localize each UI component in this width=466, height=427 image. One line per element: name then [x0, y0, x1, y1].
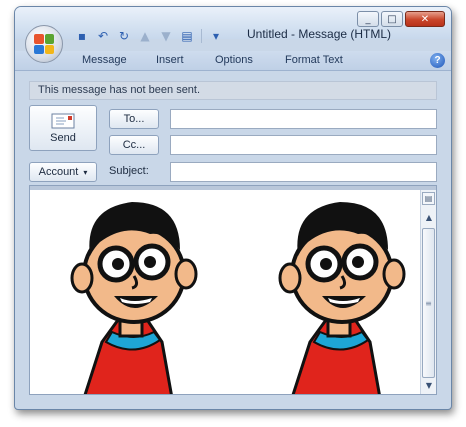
ribbon-tabs: Message Insert Options Format Text ?: [15, 51, 451, 71]
tab-format-text[interactable]: Format Text: [285, 54, 343, 66]
redo-icon[interactable]: ↻: [115, 28, 133, 44]
message-body[interactable]: ▤ ▲ ≡ ▼: [29, 185, 437, 395]
tab-insert[interactable]: Insert: [156, 54, 184, 66]
cartoon-boy-image-2: [278, 202, 406, 394]
send-envelope-icon: [51, 113, 75, 129]
save-icon[interactable]: ▪: [73, 28, 91, 44]
next-item-icon[interactable]: ▼: [157, 28, 175, 44]
account-label: Account: [38, 166, 79, 178]
scroll-up-icon[interactable]: ▲: [422, 210, 436, 224]
undo-icon[interactable]: ↶: [94, 28, 112, 44]
qat-separator: [201, 29, 202, 43]
body-resize-grip: [30, 186, 436, 190]
vertical-scrollbar[interactable]: ▤ ▲ ≡ ▼: [420, 190, 436, 394]
cc-button[interactable]: Cc...: [109, 135, 159, 155]
chevron-down-icon: ▾: [83, 167, 88, 177]
customize-dropdown-icon[interactable]: ▾: [207, 28, 225, 44]
previous-item-icon[interactable]: ▲: [136, 28, 154, 44]
maximize-button[interactable]: □: [381, 11, 403, 27]
scroll-thumb[interactable]: ≡: [422, 228, 435, 378]
cartoon-boy-image-1: [70, 202, 198, 394]
tab-options[interactable]: Options: [215, 54, 253, 66]
send-button[interactable]: Send: [29, 105, 97, 151]
send-label: Send: [50, 132, 76, 144]
info-bar-text: This message has not been sent.: [38, 84, 201, 96]
to-field[interactable]: [170, 109, 437, 129]
help-icon[interactable]: ?: [430, 53, 445, 68]
message-header: Send To... Cc... Account ▾ Subject:: [29, 103, 437, 183]
title-bar: ▪ ↶ ↻ ▲ ▼ ▤ ▾ Untitled - Message (HTML) …: [15, 7, 451, 43]
window-title: Untitled - Message (HTML): [247, 27, 392, 41]
scroll-down-icon[interactable]: ▼: [422, 378, 436, 392]
cc-field[interactable]: [170, 135, 437, 155]
subject-label: Subject:: [109, 165, 149, 177]
close-button[interactable]: ✕: [405, 11, 445, 27]
to-label: To...: [123, 113, 145, 125]
caption-buttons: _ □ ✕: [357, 11, 445, 27]
account-button[interactable]: Account ▾: [29, 162, 97, 182]
office-button[interactable]: [25, 25, 63, 63]
info-bar: This message has not been sent.: [29, 81, 437, 100]
message-window: ▪ ↶ ↻ ▲ ▼ ▤ ▾ Untitled - Message (HTML) …: [14, 6, 452, 410]
ruler-toggle-icon[interactable]: ▤: [422, 192, 435, 205]
minimize-button[interactable]: _: [357, 11, 379, 27]
subject-field[interactable]: [170, 162, 437, 182]
tab-message[interactable]: Message: [82, 54, 127, 66]
office-orb-icon: [34, 34, 54, 54]
quick-access-toolbar: ▪ ↶ ↻ ▲ ▼ ▤ ▾: [73, 27, 225, 45]
to-button[interactable]: To...: [109, 109, 159, 129]
form-icon[interactable]: ▤: [178, 28, 196, 44]
cc-label: Cc...: [122, 139, 146, 151]
